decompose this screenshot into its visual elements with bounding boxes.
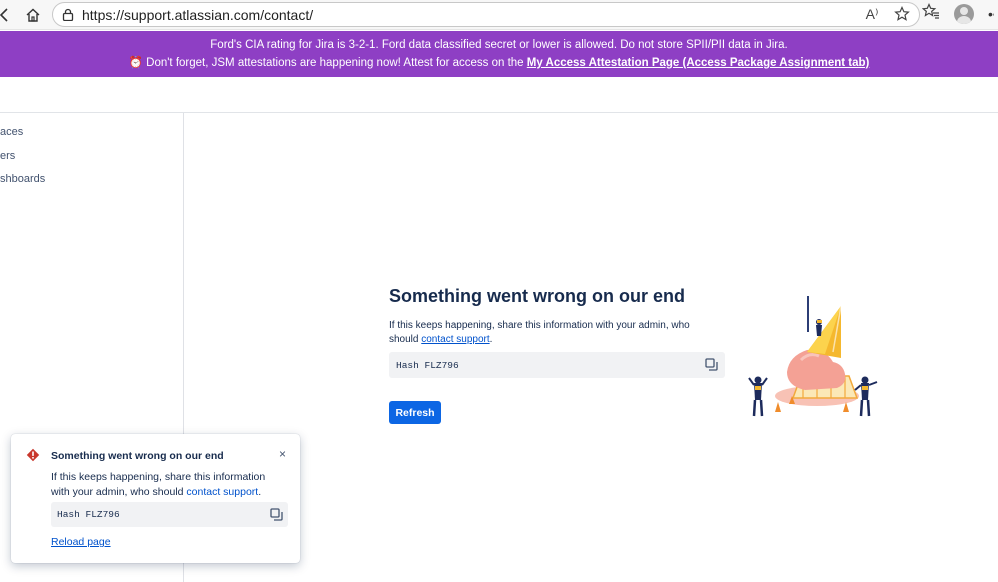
toast-title: Something went wrong on our end <box>51 450 224 462</box>
error-description: If this keeps happening, share this info… <box>389 319 719 347</box>
banner-line-2: ⏰ Don't forget, JSM attestations are hap… <box>0 54 998 72</box>
lock-icon[interactable] <box>61 8 75 22</box>
error-description-period: . <box>489 334 493 345</box>
refresh-button[interactable]: Refresh <box>389 401 441 424</box>
copy-icon[interactable] <box>705 358 718 371</box>
toast-hash-box: Hash FLZ796 <box>51 502 288 527</box>
error-icon <box>26 448 40 462</box>
error-hash-text: Hash FLZ796 <box>396 359 459 371</box>
worker-left <box>748 376 768 417</box>
sidebar-item-spaces[interactable]: aces <box>0 126 23 138</box>
more-icon[interactable]: ••• <box>988 6 994 22</box>
address-bar[interactable]: https://support.atlassian.com/contact/ A… <box>52 2 920 27</box>
star-icon[interactable] <box>893 6 911 25</box>
banner-line-1: Ford's CIA rating for Jira is 3-2-1. For… <box>210 39 788 51</box>
toast-contact-support-link[interactable]: contact support <box>186 486 258 498</box>
close-icon[interactable]: × <box>279 447 286 461</box>
browser-toolbar: https://support.atlassian.com/contact/ A… <box>0 0 998 30</box>
reload-page-link[interactable]: Reload page <box>51 536 111 548</box>
toast-description-period: . <box>258 485 262 498</box>
home-icon[interactable] <box>22 4 44 26</box>
profile-avatar[interactable] <box>954 3 974 24</box>
announcement-banner: Ford's CIA rating for Jira is 3-2-1. For… <box>0 31 998 77</box>
url-text[interactable]: https://support.atlassian.com/contact/ <box>82 7 313 23</box>
error-illustration <box>745 292 885 420</box>
error-toast: Something went wrong on our end × If thi… <box>11 434 300 563</box>
sidebar-item-dashboards[interactable]: shboards <box>0 173 45 185</box>
app-top-nav <box>0 77 998 113</box>
back-icon[interactable] <box>0 4 16 26</box>
banner-line-2-text: ⏰ Don't forget, JSM attestations are hap… <box>128 57 527 69</box>
error-title: Something went wrong on our end <box>389 286 685 306</box>
attestation-link[interactable]: My Access Attestation Page (Access Packa… <box>527 57 870 69</box>
copy-icon[interactable] <box>270 508 283 521</box>
toast-hash-text: Hash FLZ796 <box>57 509 120 520</box>
error-hash-box: Hash FLZ796 <box>389 352 725 378</box>
sidebar-item-filters[interactable]: ers <box>0 150 15 162</box>
read-aloud-icon[interactable]: A⁾ <box>863 6 881 25</box>
contact-support-link[interactable]: contact support <box>421 334 489 345</box>
favorites-icon[interactable] <box>921 3 940 24</box>
toast-description: If this keeps happening, share this info… <box>51 470 286 499</box>
